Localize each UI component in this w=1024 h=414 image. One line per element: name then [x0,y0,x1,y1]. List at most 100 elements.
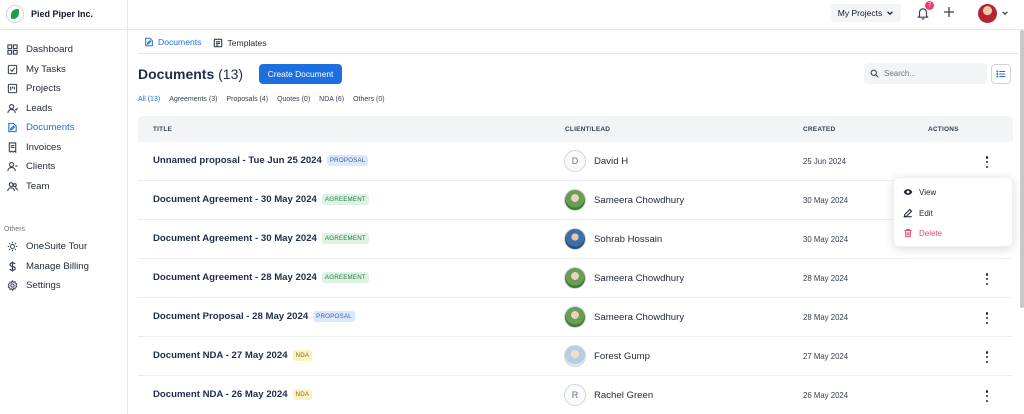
filter-others[interactable]: Others (0) [353,96,385,103]
client-name: Sameera Chowdhury [594,194,685,206]
tasks-icon [7,64,18,75]
chevron-down-icon[interactable] [1001,9,1009,19]
filter-proposals[interactable]: Proposals (4) [226,96,268,103]
more-actions-icon[interactable] [983,389,991,403]
menu-item-edit[interactable]: Edit [903,208,933,218]
more-actions-icon[interactable] [983,350,991,364]
search-input[interactable] [884,69,979,78]
sidebar-item-label: Manage Billing [26,260,89,272]
documents-icon [7,122,18,133]
more-actions-icon[interactable] [983,155,991,169]
others-nav: OneSuite Tour Manage Billing Settings [0,237,128,296]
sidebar-item-clients[interactable]: Clients [0,157,128,177]
filter-agreements[interactable]: Agreements (3) [169,96,217,103]
filter-quotes[interactable]: Quotes (0) [277,96,310,103]
sidebar-item-label: Clients [26,161,56,173]
table-row[interactable]: Document Proposal - 28 May 2024 PROPOSAL … [138,298,1013,337]
filter-all[interactable]: All (13) [138,96,160,103]
client-avatar [564,267,586,289]
dollar-icon [7,261,18,272]
menu-item-view[interactable]: View [903,187,936,197]
sidebar-item-team[interactable]: Team [0,177,128,197]
document-title[interactable]: Document Agreement - 30 May 2024 [153,233,317,244]
topbar: My Projects 7 [128,0,1024,30]
sidebar-item-documents[interactable]: Documents [0,118,128,138]
menu-item-label: Delete [919,228,943,238]
leads-icon [7,103,18,114]
sidebar-item-label: Team [26,180,50,192]
client-name: David H [594,155,629,167]
create-document-button[interactable]: Create Document [259,64,342,84]
notification-badge: 7 [925,1,934,10]
table-header: TITLE CLIENT/LEAD CREATED ACTIONS [138,116,1013,142]
column-header-title[interactable]: TITLE [153,126,172,133]
list-icon [996,70,1006,78]
created-date: 30 May 2024 [803,235,849,244]
tab-templates[interactable]: Templates [207,33,272,54]
user-avatar[interactable] [978,4,997,23]
trash-icon [904,228,912,238]
menu-item-delete[interactable]: Delete [903,228,942,238]
more-actions-icon[interactable] [983,311,991,325]
sidebar-item-label: Projects [26,83,61,95]
more-actions-icon[interactable] [983,272,991,286]
created-date: 26 May 2024 [803,391,849,400]
sidebar: Pied Piper Inc. Dashboard My Tasks Proje… [0,0,128,414]
eye-icon [903,189,913,195]
table-row[interactable]: Document NDA - 26 May 2024 NDA R Rachel Gr… [138,376,1013,414]
sidebar-item-onesuite-tour[interactable]: OneSuite Tour [0,237,128,257]
brand-name: Pied Piper Inc. [31,9,94,19]
grid-icon [7,44,18,55]
sidebar-item-leads[interactable]: Leads [0,99,128,119]
row-actions-menu: View Edit Delete [893,177,1013,247]
sidebar-item-label: Invoices [26,141,62,153]
document-title[interactable]: Document NDA - 27 May 2024 [153,350,288,361]
sidebar-item-label: Settings [26,280,61,292]
page-scrollbar[interactable] [1020,30,1024,308]
document-type-tag: NDA [292,350,313,361]
plus-icon[interactable] [942,5,956,19]
document-title[interactable]: Unnamed proposal - Tue Jun 25 2024 [153,155,322,166]
sidebar-item-projects[interactable]: Projects [0,79,128,99]
main-nav: Dashboard My Tasks Projects Leads Docume… [0,40,128,196]
document-tabs: Documents Templates [138,33,273,54]
created-date: 28 May 2024 [803,274,849,283]
document-type-tag: AGREEMENT [321,194,369,205]
document-title[interactable]: Document Agreement - 30 May 2024 [153,194,317,205]
table-row[interactable]: Unnamed proposal - Tue Jun 25 2024 PROPOS… [138,142,1013,181]
table-row[interactable]: Document Agreement - 30 May 2024 AGREEMEN… [138,220,1013,259]
column-header-client[interactable]: CLIENT/LEAD [565,126,610,133]
column-header-actions: ACTIONS [928,125,959,133]
column-header-created[interactable]: CREATED [803,126,835,133]
list-view-toggle[interactable] [991,64,1011,84]
page-title: Documents (13) [138,66,243,82]
sidebar-item-label: My Tasks [26,63,66,75]
table-row[interactable]: Document Agreement - 28 May 2024 AGREEMEN… [138,259,1013,298]
document-title[interactable]: Document Proposal - 28 May 2024 [153,311,308,322]
client-avatar [564,345,586,367]
table-row[interactable]: Document Agreement - 30 May 2024 AGREEMEN… [138,181,1013,220]
projects-icon [7,83,18,94]
brand[interactable]: Pied Piper Inc. [0,0,127,28]
sidebar-item-label: OneSuite Tour [26,241,88,253]
table-row[interactable]: Document NDA - 27 May 2024 NDA Forest Gum… [138,337,1013,376]
chevron-down-icon [887,11,894,16]
sidebar-item-my-tasks[interactable]: My Tasks [0,60,128,80]
document-title[interactable]: Document Agreement - 28 May 2024 [153,272,317,283]
created-date: 25 Jun 2024 [803,157,846,166]
sidebar-item-settings[interactable]: Settings [0,276,128,296]
client-avatar: D [564,150,586,172]
sidebar-item-label: Dashboard [26,44,73,56]
sidebar-item-invoices[interactable]: Invoices [0,138,128,158]
tab-documents[interactable]: Documents [138,33,208,54]
sidebar-item-manage-billing[interactable]: Manage Billing [0,257,128,277]
client-name: Rachel Green [594,389,654,401]
client-name: Sameera Chowdhury [594,272,685,284]
filter-nda[interactable]: NDA (6) [319,96,344,103]
document-type-tag: AGREEMENT [321,233,369,244]
document-title[interactable]: Document NDA - 26 May 2024 [153,389,288,400]
sidebar-item-dashboard[interactable]: Dashboard [0,40,128,60]
clients-icon [7,161,18,172]
my-projects-dropdown[interactable]: My Projects [831,4,901,22]
my-projects-label: My Projects [837,8,883,18]
